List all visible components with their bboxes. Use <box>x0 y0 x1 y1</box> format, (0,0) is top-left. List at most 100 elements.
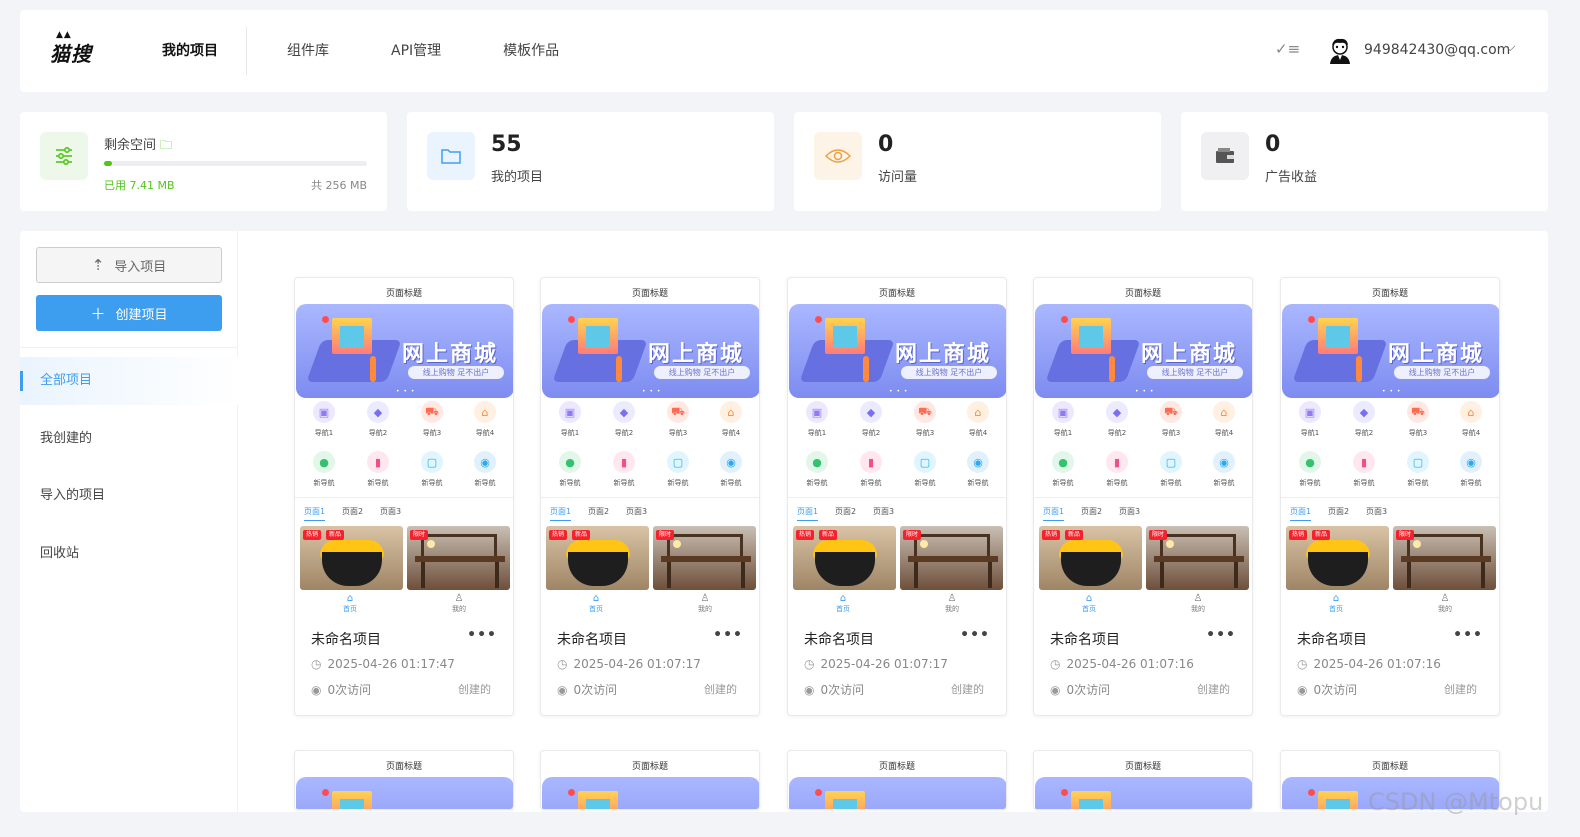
sidebar-item-trash[interactable]: 回收站 <box>20 530 238 578</box>
project-card[interactable]: 页面标题 <box>540 750 760 810</box>
nav-glyph-icon: ⌂ <box>1213 401 1235 423</box>
preview-tab: 页面1 <box>1043 506 1065 521</box>
project-card[interactable]: 页面标题 网上商城 线上购物 足不出户 • • • ▣ 导航1 ◆ 导航2 ⛟ 导航3 ⌂ 导航4 ● 新… <box>1280 277 1500 716</box>
nav-components[interactable]: 组件库 <box>265 10 351 92</box>
import-project-button[interactable]: ⇡ 导入项目 <box>36 247 222 283</box>
preview-nav-label: 导航2 <box>1354 429 1374 437</box>
tab-me-label: 我的 <box>698 605 712 613</box>
preview-tab-home: ⌂ 首页 <box>320 594 380 614</box>
user-icon: ♙ <box>700 593 710 604</box>
preview-nav-label: 导航1 <box>1300 429 1320 437</box>
project-time-text: 2025-04-26 01:07:16 <box>1066 657 1194 671</box>
clock-icon: ◷ <box>557 657 568 671</box>
nav-api[interactable]: API管理 <box>369 10 463 92</box>
nav-my-projects[interactable]: 我的项目 <box>140 27 247 75</box>
space-used: 已用 7.41 MB <box>104 179 175 192</box>
preview-page-title: 页面标题 <box>1124 762 1161 772</box>
nav-templates[interactable]: 模板作品 <box>481 10 581 92</box>
project-time-text: 2025-04-26 01:07:17 <box>573 657 701 671</box>
preview-nav-item: ◆ 导航2 <box>1337 401 1391 438</box>
preview-tabs: 页面1 页面2 页面3 <box>541 497 759 523</box>
nav-glyph-icon: ◆ <box>860 401 882 423</box>
preview-nav-label: 新导航 <box>967 479 989 487</box>
nav-glyph-icon: ◆ <box>1106 401 1128 423</box>
preview-tabs: 页面1 页面2 页面3 <box>295 497 513 523</box>
logo[interactable]: ▲▲ 猫搜 <box>50 30 92 67</box>
tab-home-label: 首页 <box>589 605 603 613</box>
preview-nav-label: 导航3 <box>422 429 442 437</box>
preview-icon-grid: ▣ 导航1 ◆ 导航2 ⛟ 导航3 ⌂ 导航4 ● 新导航 ▮ 新导航 ▢ 新导航 ◉ 新导航 <box>1281 401 1499 497</box>
preview-nav-item: ◉ 新导航 <box>704 451 758 488</box>
preview-nav-label: 新导航 <box>914 479 936 487</box>
project-card[interactable]: 页面标题 <box>1033 750 1253 810</box>
preview-product-pot: 热销 新品 <box>793 526 896 590</box>
sidebar-item-all[interactable]: 全部项目 <box>20 357 238 405</box>
preview-tab: 页面2 <box>342 507 364 516</box>
project-card[interactable]: 页面标题 网上商城 线上购物 足不出户 • • • ▣ 导航1 ◆ 导航2 ⛟ 导航3 ⌂ 导航4 ● 新… <box>540 277 760 716</box>
nav-glyph-icon: ◉ <box>1213 451 1235 473</box>
nav-glyph-icon: ⛟ <box>914 401 936 423</box>
more-icon[interactable]: ••• <box>960 627 990 643</box>
preview-nav-item: ▢ 新导航 <box>898 451 952 488</box>
project-visits-text: 0次访问 <box>573 683 618 697</box>
banner-subtitle: 线上购物 足不出户 <box>654 366 750 379</box>
user-email[interactable]: 949842430@qq.com <box>1364 42 1510 58</box>
nav-glyph-icon: ▮ <box>1353 451 1375 473</box>
tag-new: 新品 <box>1065 530 1084 540</box>
preview-nav-label: 导航3 <box>915 429 935 437</box>
space-total: 共 256 MB <box>310 179 367 192</box>
preview-nav-label: 导航3 <box>1408 429 1428 437</box>
nav-glyph-icon: ▢ <box>1407 451 1429 473</box>
eye-icon: ◉ <box>557 683 568 697</box>
project-card[interactable]: 页面标题 网上商城 线上购物 足不出户 • • • ▣ 导航1 ◆ 导航2 ⛟ 导航3 ⌂ 导航4 ● 新… <box>787 277 1007 716</box>
more-icon[interactable]: ••• <box>1206 627 1236 643</box>
preview-product-pot: 热销 新品 <box>1039 526 1142 590</box>
project-card[interactable]: 页面标题 <box>294 750 514 810</box>
banner-headline: 网上商城 <box>895 342 992 367</box>
preview-nav-label: 新导航 <box>667 479 689 487</box>
chevron-down-icon[interactable]: ⌵ <box>1505 39 1516 55</box>
user-icon: ♙ <box>1440 593 1450 604</box>
more-icon[interactable]: ••• <box>1453 627 1483 643</box>
space-progress <box>104 161 367 166</box>
preview-nav-item: ● 新导航 <box>1283 451 1337 488</box>
more-icon[interactable]: ••• <box>713 627 743 643</box>
home-icon: ⌂ <box>839 593 847 604</box>
project-card[interactable]: 页面标题 网上商城 线上购物 足不出户 • • • ▣ 导航1 ◆ 导航2 ⛟ 导航3 ⌂ 导航4 ● 新… <box>294 277 514 716</box>
sidebar-item-created[interactable]: 我创建的 <box>20 415 238 463</box>
nav-glyph-icon: ⌂ <box>1460 401 1482 423</box>
preview-nav-item: ▣ 导航1 <box>297 401 351 438</box>
preview-tab-me: ♙ 我的 <box>429 594 489 614</box>
preview-nav-item: ▮ 新导航 <box>844 451 898 488</box>
preview-nav-item: ⛟ 导航3 <box>405 401 459 438</box>
project-visits-text: 0次访问 <box>327 683 372 697</box>
preview-tab: 页面1 <box>797 506 819 521</box>
preview-nav-item: ⛟ 导航3 <box>898 401 952 438</box>
create-project-button[interactable]: ＋ 创建项目 <box>36 295 222 331</box>
preview-tab-home: ⌂ 首页 <box>1306 594 1366 614</box>
more-icon[interactable]: ••• <box>467 627 497 643</box>
preview-nav-label: 新导航 <box>1106 479 1128 487</box>
preview-product-desk: 限时 <box>407 526 510 590</box>
preview-nav-item: ● 新导航 <box>543 451 597 488</box>
tag-new: 新品 <box>1312 530 1331 540</box>
nav-glyph-icon: ◆ <box>367 401 389 423</box>
sidebar-item-imported[interactable]: 导入的项目 <box>20 472 238 520</box>
preview-tab: 页面1 <box>1290 506 1312 521</box>
nav-glyph-icon: ▢ <box>667 451 689 473</box>
check-list-icon[interactable]: ✓≡ <box>1275 40 1300 58</box>
projects-label: 我的项目 <box>491 170 544 185</box>
project-card[interactable]: 页面标题 网上商城 线上购物 足不出户 • • • ▣ 导航1 ◆ 导航2 ⛟ 导航3 ⌂ 导航4 ● 新… <box>1033 277 1253 716</box>
nav-glyph-icon: ▮ <box>860 451 882 473</box>
project-card[interactable]: 页面标题 <box>787 750 1007 810</box>
preview-nav-item: ▢ 新导航 <box>1144 451 1198 488</box>
avatar[interactable] <box>1326 36 1354 64</box>
nav-glyph-icon: ▮ <box>367 451 389 473</box>
preview-nav-label: 导航3 <box>1161 429 1181 437</box>
preview-nav-label: 导航1 <box>314 429 334 437</box>
preview-nav-item: ▮ 新导航 <box>351 451 405 488</box>
tag-limited: 限时 <box>656 530 675 540</box>
project-time-text: 2025-04-26 01:07:17 <box>820 657 948 671</box>
project-visits-text: 0次访问 <box>1066 683 1111 697</box>
ads-count: 0 <box>1265 132 1281 157</box>
